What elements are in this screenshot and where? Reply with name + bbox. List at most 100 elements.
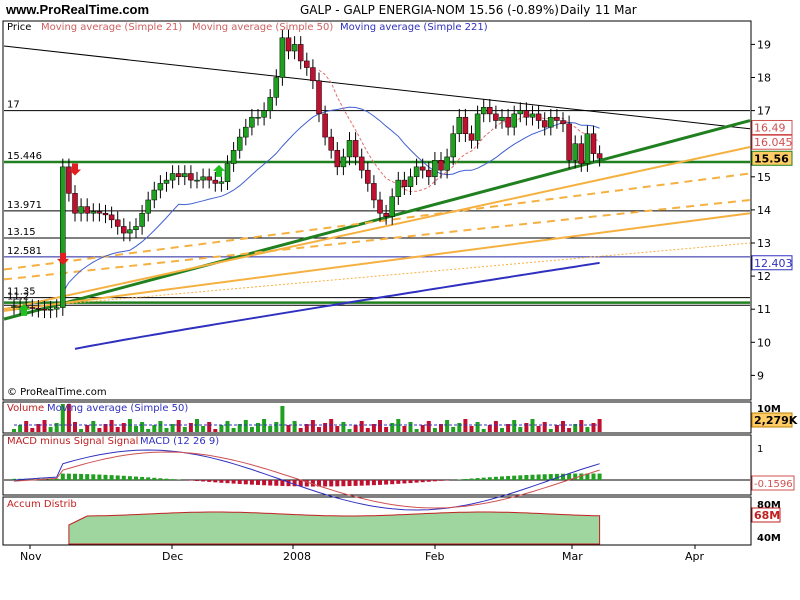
macd-value-label: -0.1596 xyxy=(754,479,793,490)
volume-bar xyxy=(408,422,413,432)
volume-bar xyxy=(152,425,157,432)
volume-bar xyxy=(365,428,370,432)
level-label: 17 xyxy=(7,100,20,111)
candle-body xyxy=(249,116,255,128)
volume-bar xyxy=(219,425,224,432)
macd-hist-bar xyxy=(274,480,279,486)
volume-bar xyxy=(188,423,193,432)
volume-bar xyxy=(561,421,565,432)
volume-bar xyxy=(268,426,273,432)
candle-body xyxy=(450,133,456,158)
volume-bar xyxy=(493,421,498,432)
volume-bar xyxy=(323,423,328,432)
volume-bar xyxy=(207,422,212,432)
accum-value-label: 68M xyxy=(754,509,780,522)
watermark: © ProRealTime.com xyxy=(7,387,107,398)
candle-body xyxy=(456,116,463,135)
macd-hist-bar xyxy=(249,480,254,485)
price-tick-label: 11 xyxy=(757,303,771,316)
candle-body xyxy=(297,44,304,62)
candle-body xyxy=(304,60,310,68)
legend-volume-ma: Moving average (Simple 50) xyxy=(47,403,188,414)
candle-body xyxy=(322,113,328,138)
candle-body xyxy=(438,160,444,171)
legend-ma50: Moving average (Simple 50) xyxy=(192,22,333,33)
macd-hist-bar xyxy=(231,480,236,484)
volume-bar xyxy=(317,427,321,432)
volume-bar xyxy=(115,427,120,432)
candle-body xyxy=(578,143,585,164)
candle-body xyxy=(151,189,158,201)
macd-hist-bar xyxy=(591,473,596,480)
volume-bar xyxy=(140,422,145,432)
volume-value-label: 2,279K xyxy=(754,414,798,427)
macd-hist-bar xyxy=(426,480,431,482)
volume-bar xyxy=(524,423,529,432)
candle-body xyxy=(206,176,212,181)
candle-body xyxy=(157,183,164,191)
macd-hist-bar xyxy=(60,473,65,480)
candle-body xyxy=(182,173,188,178)
macd-hist-bar xyxy=(365,480,370,486)
candle-body xyxy=(596,153,603,159)
candle-body xyxy=(340,156,347,168)
macd-hist-bar xyxy=(512,475,517,480)
volume-bar xyxy=(298,428,303,432)
candle-body xyxy=(230,150,237,164)
candle-body xyxy=(316,80,322,115)
candle-body xyxy=(285,37,292,52)
candle-body xyxy=(194,179,200,182)
legend-macd-signal: MACD minus Signal Signal xyxy=(7,436,138,447)
candle-body xyxy=(358,156,365,171)
volume-bar xyxy=(134,426,138,432)
macd-hist-bar xyxy=(256,480,260,485)
candle-body xyxy=(212,179,219,184)
macd-hist-bar xyxy=(73,473,77,480)
volume-bar xyxy=(231,428,236,432)
candle-body xyxy=(566,123,572,161)
candle-body xyxy=(352,140,359,158)
volume-bar xyxy=(201,426,206,432)
accum-tick-label: 40M xyxy=(757,533,781,544)
volume-bar xyxy=(347,429,352,432)
volume-bar xyxy=(475,422,480,432)
macd-hist-bar xyxy=(219,480,224,483)
macd-hist-bar xyxy=(384,480,389,485)
macd-hist-bar xyxy=(237,480,242,484)
candle-body xyxy=(413,166,420,178)
candle-body xyxy=(291,44,298,52)
volume-bar xyxy=(402,426,407,432)
volume-bar xyxy=(500,428,504,432)
volume-bar xyxy=(353,425,358,432)
level-label: 15.446 xyxy=(7,151,42,162)
value-box-label: 16.045 xyxy=(754,136,793,149)
macd-hist-bar xyxy=(188,480,193,481)
candle-body xyxy=(541,120,548,128)
candle-body xyxy=(139,212,145,227)
price-tick-label: 17 xyxy=(757,105,771,118)
macd-hist-bar xyxy=(207,480,212,482)
macd-hist-bar xyxy=(201,480,206,482)
x-tick-label: Feb xyxy=(425,550,444,563)
volume-bar xyxy=(426,421,431,432)
volume-bar xyxy=(432,428,437,432)
candle-body xyxy=(279,37,286,78)
volume-bar xyxy=(79,429,84,432)
candle-body xyxy=(218,181,225,184)
macd-hist-bar xyxy=(323,480,328,487)
macd-hist-bar xyxy=(134,476,138,480)
macd-hist-bar xyxy=(152,477,157,480)
candle-body xyxy=(84,206,90,214)
macd-hist-bar xyxy=(121,475,126,480)
macd-hist-bar xyxy=(66,473,71,480)
x-tick-label: Dec xyxy=(162,550,183,563)
volume-bar xyxy=(243,420,248,432)
macd-hist-bar xyxy=(158,478,163,480)
price-tick-label: 10 xyxy=(757,336,771,349)
macd-hist-bar xyxy=(371,480,376,486)
macd-hist-bar xyxy=(304,480,309,487)
candle-body xyxy=(11,306,17,308)
period: Daily xyxy=(560,3,590,17)
level-label: 13.15 xyxy=(7,227,36,238)
volume-bar xyxy=(24,421,29,432)
